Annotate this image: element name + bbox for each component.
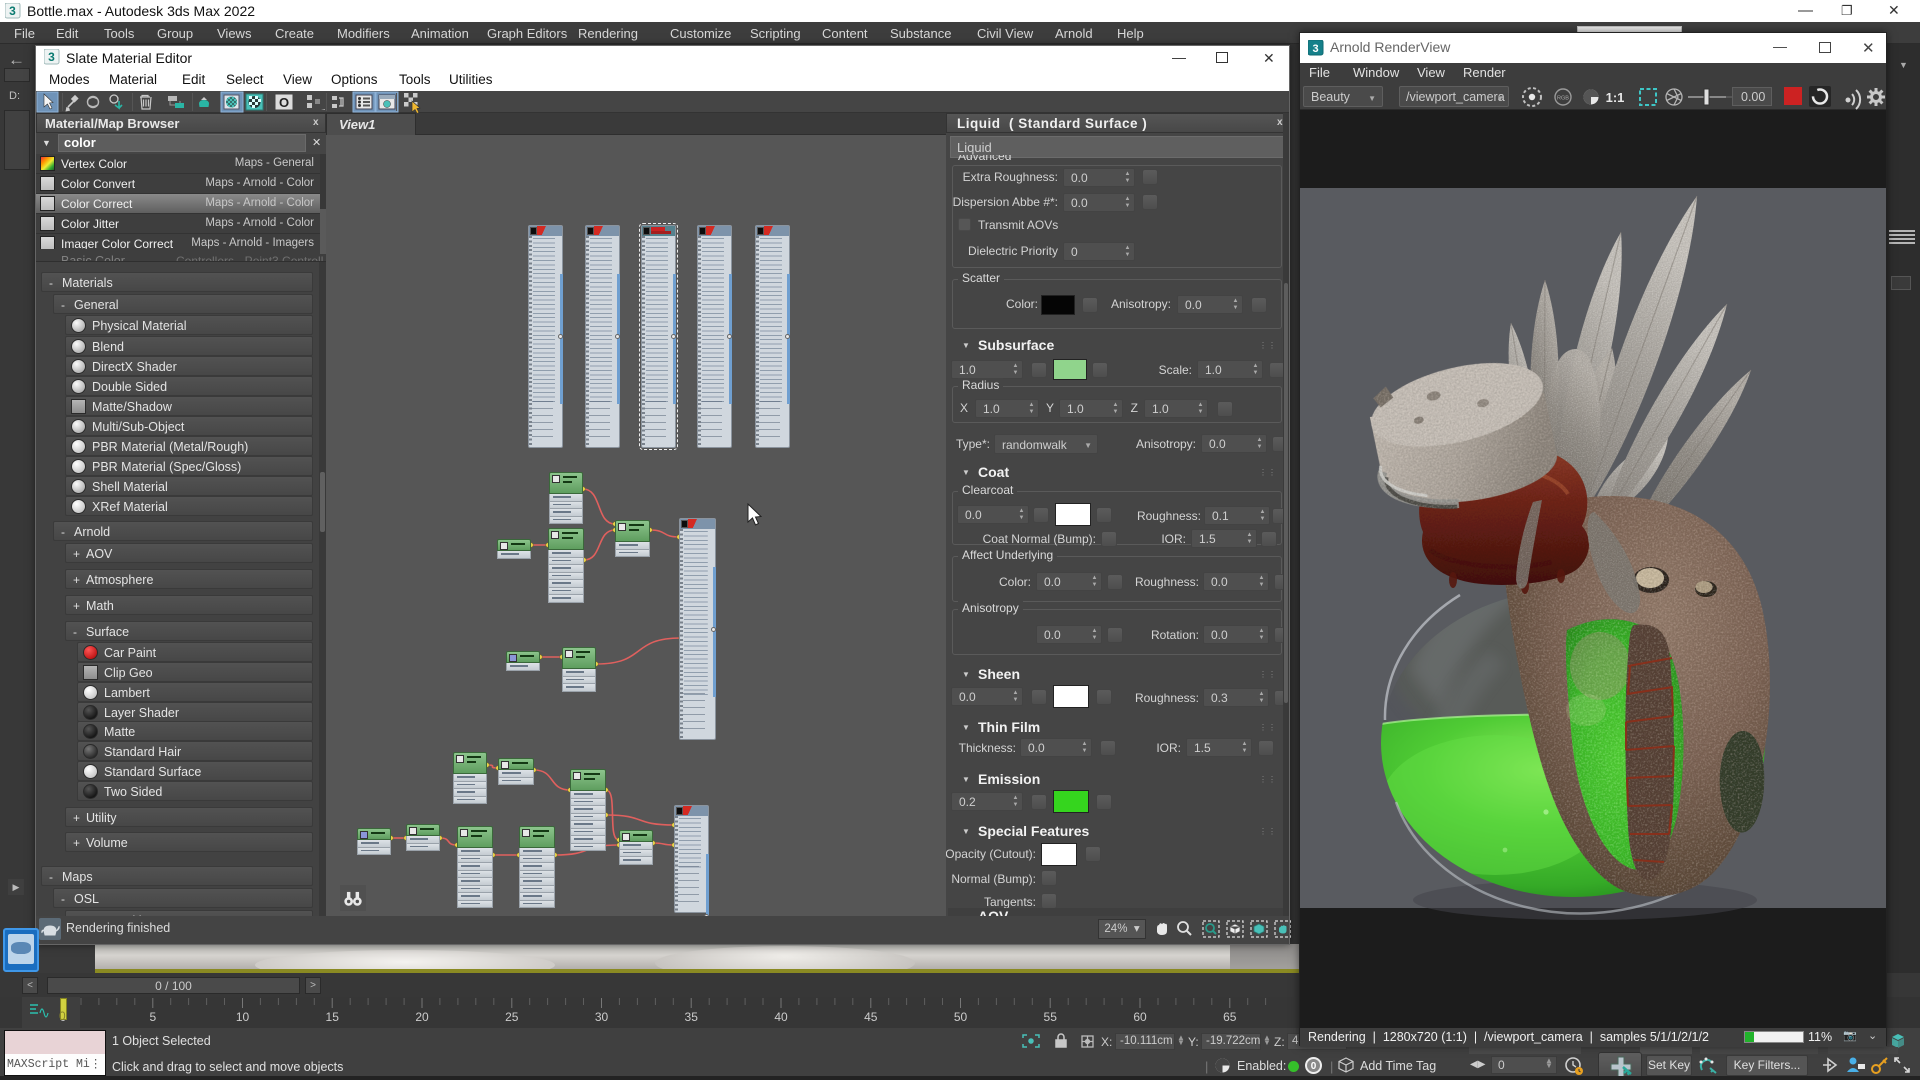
svg-text:1:1: 1:1 xyxy=(1606,90,1625,105)
svg-text:30: 30 xyxy=(595,1010,609,1024)
svg-text:15: 15 xyxy=(326,1010,340,1024)
svg-text:RGB: RGB xyxy=(1557,96,1569,102)
svg-text:55: 55 xyxy=(1044,1010,1058,1024)
svg-text:40: 40 xyxy=(774,1010,788,1024)
svg-text:25: 25 xyxy=(505,1010,519,1024)
svg-text:3: 3 xyxy=(9,4,16,18)
svg-text:3: 3 xyxy=(48,50,55,64)
svg-text:45: 45 xyxy=(864,1010,878,1024)
svg-text:65: 65 xyxy=(1223,1010,1237,1024)
svg-text:50: 50 xyxy=(954,1010,968,1024)
svg-text:O: O xyxy=(279,95,289,110)
svg-text:5: 5 xyxy=(149,1010,156,1024)
svg-text:10: 10 xyxy=(236,1010,250,1024)
svg-text:3: 3 xyxy=(1312,43,1318,55)
svg-text:60: 60 xyxy=(1133,1010,1147,1024)
svg-text:35: 35 xyxy=(685,1010,699,1024)
svg-text:20: 20 xyxy=(415,1010,429,1024)
